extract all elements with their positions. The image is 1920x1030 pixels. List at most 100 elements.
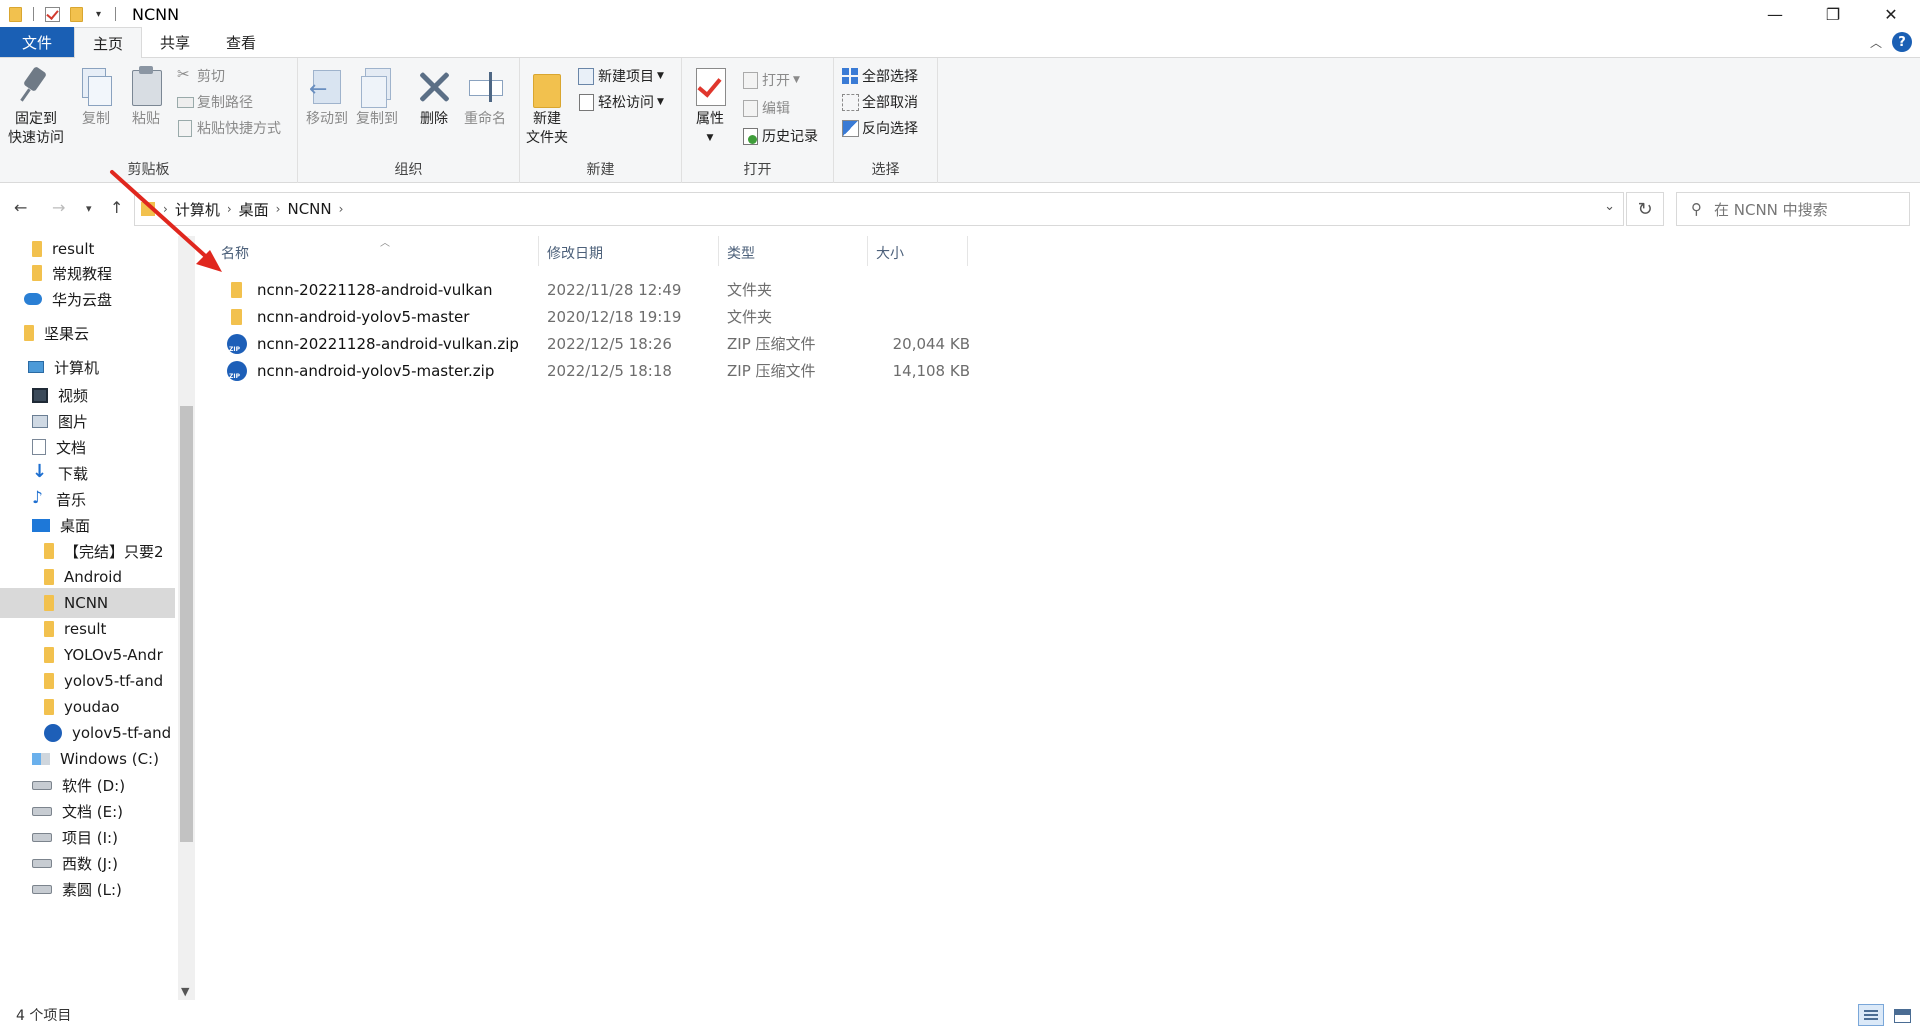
drive-icon [32, 884, 52, 894]
pin-quick-access-button[interactable]: 固定到 快速访问 [8, 66, 64, 148]
details-view-button[interactable] [1858, 1004, 1884, 1026]
sidebar-item[interactable]: 计算机 [0, 352, 175, 382]
properties-button[interactable]: 属性 ▼ [692, 66, 728, 148]
rename-button[interactable]: 重命名 [464, 66, 506, 129]
maximize-button[interactable]: ❐ [1804, 0, 1862, 28]
desktop-icon [32, 518, 50, 532]
column-divider[interactable] [718, 236, 719, 266]
column-header-name[interactable]: 名称 ︿ [215, 236, 545, 270]
ribbon-tabs: 文件 主页 共享 查看 ︿ ? [0, 27, 1920, 58]
file-date: 2022/11/28 12:49 [547, 280, 682, 299]
properties-label: 属性 [696, 111, 724, 127]
drive-icon [32, 806, 52, 816]
file-name-cell[interactable]: ncnn-20221128-android-vulkan [227, 281, 493, 299]
sidebar-item-label: yolov5-tf-and [64, 672, 164, 690]
tab-view[interactable]: 查看 [208, 27, 274, 57]
window-title: NCNN [132, 4, 180, 24]
pin-label-line1: 固定到 [15, 111, 57, 127]
large-icons-view-button[interactable] [1888, 1004, 1914, 1026]
new-item-button[interactable]: 新建项目 ▼ [578, 64, 664, 88]
back-arrow-icon[interactable]: ← [14, 198, 27, 217]
file-size: 14,108 KB [892, 361, 970, 380]
copy-button[interactable]: 复制 [78, 66, 114, 129]
column-header-type[interactable]: 类型 [721, 236, 861, 270]
tab-home[interactable]: 主页 [74, 27, 143, 58]
breadcrumb-ncnn[interactable]: NCNN [287, 200, 331, 218]
address-bar[interactable]: › 计算机 › 桌面 › NCNN › ⌄ [134, 192, 1624, 226]
file-name-cell[interactable]: ncnn-android-yolov5-master.zip [227, 360, 494, 381]
properties-check-icon[interactable] [45, 6, 60, 22]
sidebar-item-label: 文档 [56, 438, 87, 457]
copy-path-button[interactable]: 复制路径 [177, 90, 253, 114]
file-row[interactable]: ncnn-20221128-android-vulkan 2022/11/28 1… [215, 276, 1175, 303]
move-to-label: 移动到 [306, 111, 348, 127]
scroll-down-chevron-icon[interactable]: ▼ [181, 985, 189, 998]
paste-shortcut-button[interactable]: 粘贴快捷方式 [177, 116, 281, 140]
tab-file[interactable]: 文件 [0, 27, 75, 57]
cut-button[interactable]: 剪切 [177, 64, 225, 88]
new-item-label: 新建项目 [598, 69, 654, 85]
forward-arrow-icon[interactable]: → [52, 198, 65, 217]
help-icon[interactable]: ? [1892, 32, 1912, 52]
tab-share[interactable]: 共享 [142, 27, 208, 57]
select-group: 全部选择 全部取消 反向选择 选择 [834, 58, 938, 183]
column-header-date[interactable]: 修改日期 [541, 236, 691, 270]
navigation-pane-scrollbar[interactable]: ▼ [178, 236, 195, 1000]
sidebar-item[interactable]: 素圆 (L:) [0, 874, 175, 904]
new-folder-label-line2: 文件夹 [526, 130, 568, 146]
select-all-button[interactable]: 全部选择 [842, 64, 918, 88]
file-name-cell[interactable]: ncnn-android-yolov5-master [227, 308, 469, 326]
minimize-button[interactable]: — [1746, 0, 1804, 28]
select-all-icon [842, 68, 858, 84]
picture-icon [32, 414, 48, 428]
history-button[interactable]: 历史记录 [742, 124, 818, 148]
chevron-down-icon[interactable]: ▾ [96, 9, 101, 20]
invert-selection-button[interactable]: 反向选择 [842, 116, 918, 140]
easy-access-label: 轻松访问 [598, 95, 654, 111]
folder-icon [24, 325, 34, 341]
sidebar-item-label: 坚果云 [44, 324, 90, 343]
file-name-cell[interactable]: ncnn-20221128-android-vulkan.zip [227, 333, 519, 354]
copy-to-button[interactable]: 复制到 [356, 66, 398, 129]
new-folder-icon[interactable] [70, 6, 83, 22]
select-none-button[interactable]: 全部取消 [842, 90, 918, 114]
breadcrumb-separator[interactable]: › [339, 202, 344, 216]
scrollbar-thumb[interactable] [180, 406, 193, 842]
clipboard-group: 固定到 快速访问 复制 粘贴 剪切 复制路径 粘贴快捷方式 剪贴板 [0, 58, 298, 183]
rename-label: 重命名 [464, 111, 506, 127]
column-divider[interactable] [538, 236, 539, 266]
address-dropdown-chevron-icon[interactable]: ⌄ [1604, 199, 1615, 214]
organize-group: 移动到 复制到 删除 重命名 组织 [298, 58, 520, 183]
breadcrumb-desktop[interactable]: 桌面 [239, 199, 269, 220]
file-row[interactable]: ncnn-android-yolov5-master 2020/12/18 19:… [215, 303, 1175, 330]
refresh-button[interactable]: ↻ [1626, 192, 1664, 226]
paste-button[interactable]: 粘贴 [128, 66, 164, 129]
move-to-button[interactable]: 移动到 [306, 66, 348, 129]
file-row[interactable]: ncnn-20221128-android-vulkan.zip 2022/12/… [215, 330, 1175, 357]
column-divider[interactable] [967, 236, 968, 266]
new-group: 新建 文件夹 新建项目 ▼ 轻松访问 ▼ 新建 [520, 58, 682, 183]
divider [33, 7, 34, 21]
status-bar: 4 个项目 [0, 1000, 1920, 1030]
sidebar-item[interactable]: 坚果云 [0, 318, 175, 348]
delete-button[interactable]: 删除 [416, 66, 452, 129]
open-button[interactable]: 打开 ▼ [742, 68, 800, 92]
file-name: ncnn-20221128-android-vulkan.zip [257, 334, 519, 353]
new-folder-button[interactable]: 新建 文件夹 [526, 66, 568, 148]
search-input[interactable]: ⚲ 在 NCNN 中搜索 [1676, 192, 1910, 226]
pin-icon [18, 66, 54, 106]
file-row[interactable]: ncnn-android-yolov5-master.zip 2022/12/5 … [215, 357, 1175, 384]
sidebar-item-label: YOLOv5-Andr [64, 646, 163, 664]
sidebar-item[interactable]: 华为云盘 [0, 284, 175, 314]
column-header-size[interactable]: 大小 [870, 236, 970, 270]
open-group-label: 打开 [743, 162, 772, 178]
collapse-ribbon-icon[interactable]: ︿ [1870, 34, 1882, 51]
breadcrumb-separator[interactable]: › [276, 202, 281, 216]
column-divider[interactable] [867, 236, 868, 266]
recent-locations-chevron-icon[interactable]: ▾ [86, 202, 92, 215]
download-icon [32, 461, 48, 482]
edit-button[interactable]: 编辑 [742, 96, 790, 120]
close-button[interactable]: ✕ [1862, 0, 1920, 28]
copy-path-icon [177, 94, 194, 110]
easy-access-button[interactable]: 轻松访问 ▼ [578, 90, 664, 114]
